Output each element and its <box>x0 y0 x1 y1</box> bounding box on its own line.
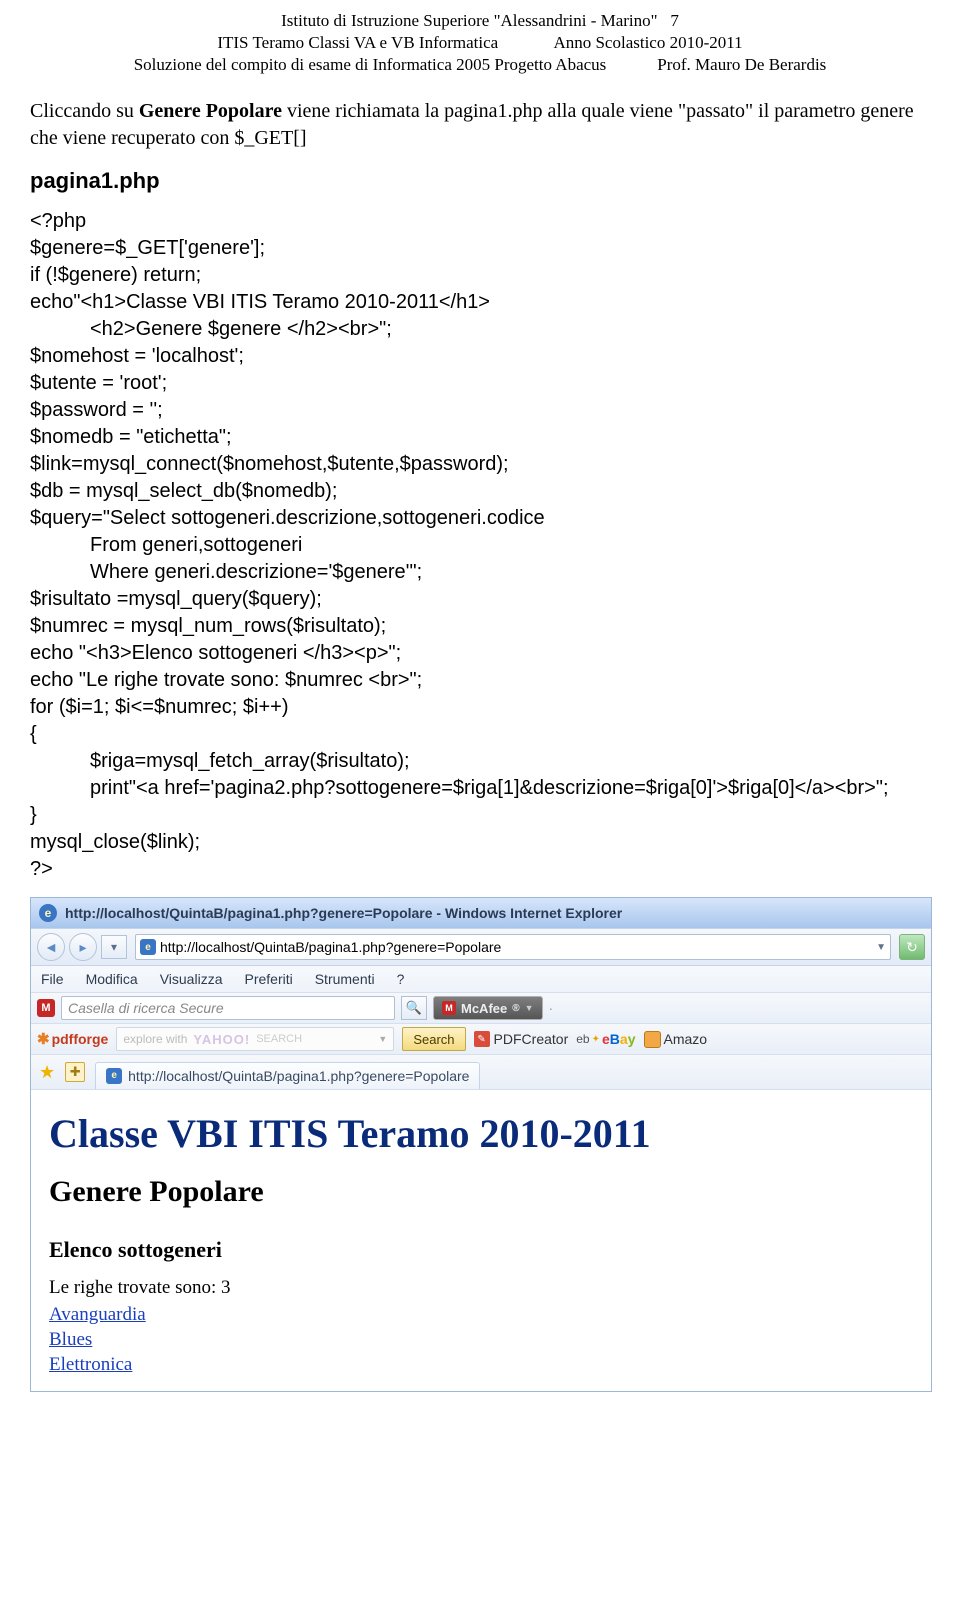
ebay-logo: eBay <box>602 1031 636 1047</box>
favorites-bar: ★ ✚ e http://localhost/QuintaB/pagina1.p… <box>31 1055 931 1090</box>
menu-tools[interactable]: Strumenti <box>315 971 375 987</box>
menu-edit[interactable]: Modifica <box>86 971 138 987</box>
yahoo-logo: YAHOO! <box>193 1032 250 1047</box>
registered-icon: ® <box>512 1003 519 1014</box>
yahoo-search-input[interactable]: explore with YAHOO! SEARCH ▼ <box>116 1027 394 1051</box>
intro-paragraph: Cliccando su Genere Popolare viene richi… <box>30 98 930 152</box>
window-title: http://localhost/QuintaB/pagina1.php?gen… <box>65 905 622 921</box>
url-text: http://localhost/QuintaB/pagina1.php?gen… <box>160 939 872 955</box>
hdr-prof: Prof. Mauro De Berardis <box>657 55 826 74</box>
content-row-count: Le righe trovate sono: 3 <box>49 1277 913 1299</box>
search-button[interactable]: Search <box>402 1027 465 1051</box>
browser-tab[interactable]: e http://localhost/QuintaB/pagina1.php?g… <box>95 1062 480 1089</box>
pdfcreator-button[interactable]: ✎PDFCreator <box>474 1031 569 1047</box>
menu-file[interactable]: File <box>41 971 64 987</box>
hdr-institute: Istituto di Istruzione Superiore "Alessa… <box>281 11 657 30</box>
menu-help[interactable]: ? <box>397 971 405 987</box>
pdfforge-logo[interactable]: ✱pdfforge <box>37 1030 108 1048</box>
page-content: Classe VBI ITIS Teramo 2010-2011 Genere … <box>31 1090 931 1391</box>
back-button[interactable]: ◄ <box>37 933 65 961</box>
subgenre-link[interactable]: Elettronica <box>49 1353 913 1378</box>
pdf-icon: ✎ <box>474 1031 490 1047</box>
mcafee-badge[interactable]: M McAfee ® ▼ <box>433 996 543 1020</box>
amazon-icon <box>644 1031 661 1048</box>
go-refresh-button[interactable]: ↻ <box>899 934 925 960</box>
subgenre-link[interactable]: Avanguardia <box>49 1303 913 1328</box>
menu-view[interactable]: Visualizza <box>160 971 223 987</box>
section-title: pagina1.php <box>30 168 930 194</box>
hdr-class: ITIS Teramo Classi VA e VB Informatica <box>217 33 498 52</box>
mcafee-toolbar: M Casella di ricerca Secure 🔍 M McAfee ®… <box>31 993 931 1024</box>
content-h1: Classe VBI ITIS Teramo 2010-2011 <box>49 1110 913 1157</box>
mcafee-dropdown-icon: ▼ <box>525 1003 534 1013</box>
ie-logo-icon: e <box>39 904 57 922</box>
doc-header: Istituto di Istruzione Superiore "Alessa… <box>30 10 930 76</box>
ie-page-icon: e <box>140 939 156 955</box>
add-favorite-button[interactable]: ✚ <box>65 1062 85 1082</box>
hdr-subject: Soluzione del compito di esame di Inform… <box>134 55 607 74</box>
pdfforge-toolbar: ✱pdfforge explore with YAHOO! SEARCH ▼ S… <box>31 1024 931 1055</box>
dropdown-button[interactable]: ▾ <box>101 935 127 959</box>
secure-search-button[interactable]: 🔍 <box>401 996 427 1020</box>
window-titlebar: e http://localhost/QuintaB/pagina1.php?g… <box>31 898 931 928</box>
pdfforge-knot-icon: ✱ <box>37 1030 50 1048</box>
ebay-button[interactable]: eb✦ eBay <box>576 1031 635 1047</box>
content-h3: Elenco sottogeneri <box>49 1237 913 1263</box>
tab-title: http://localhost/QuintaB/pagina1.php?gen… <box>128 1068 469 1084</box>
yahoo-dropdown-icon: ▼ <box>378 1034 387 1044</box>
mcafee-shield-icon[interactable]: M <box>37 999 55 1017</box>
secure-search-input[interactable]: Casella di ricerca Secure <box>61 996 395 1020</box>
menu-favorites[interactable]: Preferiti <box>244 971 292 987</box>
mcafee-mini-shield-icon: M <box>442 1001 456 1015</box>
content-h2: Genere Popolare <box>49 1175 913 1209</box>
favorites-star-icon[interactable]: ★ <box>39 1062 55 1083</box>
address-bar[interactable]: e http://localhost/QuintaB/pagina1.php?g… <box>135 934 891 960</box>
hdr-year: Anno Scolastico 2010-2011 <box>553 33 742 52</box>
ie-browser-window: e http://localhost/QuintaB/pagina1.php?g… <box>30 897 932 1392</box>
subgenre-link[interactable]: Blues <box>49 1328 913 1353</box>
hdr-page-num: 7 <box>670 11 679 30</box>
forward-button[interactable]: ▸ <box>69 933 97 961</box>
nav-toolbar: ◄ ▸ ▾ e http://localhost/QuintaB/pagina1… <box>31 928 931 966</box>
code-block: <?php $genere=$_GET['genere']; if (!$gen… <box>30 208 930 883</box>
tab-page-icon: e <box>106 1068 122 1084</box>
menu-bar: File Modifica Visualizza Preferiti Strum… <box>31 966 931 993</box>
amazon-button[interactable]: Amazo <box>644 1031 708 1048</box>
addr-dropdown-icon[interactable]: ▼ <box>876 942 886 953</box>
